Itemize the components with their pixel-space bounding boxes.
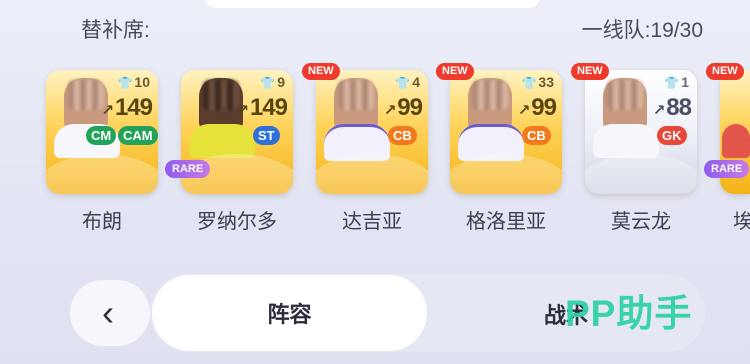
- card-sheen: [585, 154, 697, 194]
- position-badge: CB: [522, 126, 551, 145]
- player-shirt: [722, 124, 750, 158]
- rare-badge: RARE: [165, 160, 211, 178]
- shirt-icon: 👕: [395, 76, 411, 90]
- back-button[interactable]: ‹: [70, 280, 150, 346]
- player-name: 达吉亚: [342, 211, 402, 233]
- bench-title: 替补席:: [81, 19, 150, 42]
- player-name: 埃: [733, 211, 750, 233]
- jersey-number: 👕 4: [395, 74, 420, 90]
- player-rating: ↗99: [517, 94, 557, 121]
- player-shirt: [593, 124, 659, 158]
- player-card-5[interactable]: 👕 1 ↗88 GK: [585, 70, 697, 194]
- trend-arrow-icon: ↗: [517, 102, 531, 119]
- player-rating: ↗149: [101, 94, 153, 121]
- portrait-blur: [472, 80, 508, 110]
- jersey-number: 👕 9: [260, 74, 285, 90]
- jersey-number: 👕 1: [664, 74, 689, 90]
- player-card-1[interactable]: 👕 10 ↗149 CM CAM: [46, 70, 158, 194]
- new-badge: NEW: [571, 63, 609, 80]
- jersey-number: 👕 33: [521, 74, 554, 90]
- squad-count: 一线队:19/30: [581, 19, 703, 42]
- portrait-blur: [203, 80, 239, 110]
- player-card-3[interactable]: 👕 4 ↗99 CB: [316, 70, 428, 194]
- new-badge: NEW: [436, 63, 474, 80]
- tab-lineup[interactable]: 阵容: [152, 275, 427, 351]
- portrait-blur: [338, 80, 374, 110]
- player-shirt: [189, 124, 255, 158]
- new-badge: NEW: [706, 63, 744, 80]
- chevron-left-icon: ‹: [102, 292, 114, 333]
- position-badge: CM: [86, 126, 117, 145]
- shirt-icon: 👕: [117, 76, 133, 90]
- position-badge: CB: [388, 126, 417, 145]
- player-rating: ↗99: [383, 94, 423, 121]
- top-panel-edge: [205, 0, 540, 8]
- player-rating: ↗149: [236, 94, 288, 121]
- trend-arrow-icon: ↗: [652, 102, 666, 119]
- trend-arrow-icon: ↗: [101, 102, 114, 119]
- position-badge: GK: [657, 126, 687, 145]
- trend-arrow-icon: ↗: [383, 102, 397, 119]
- card-sheen: [46, 154, 158, 194]
- trend-arrow-icon: ↗: [236, 102, 249, 119]
- player-name: 莫云龙: [611, 211, 671, 233]
- player-name: 布朗: [82, 211, 122, 233]
- card-sheen: [450, 154, 562, 194]
- player-name: 罗纳尔多: [197, 211, 277, 233]
- rare-badge: RARE: [704, 160, 750, 178]
- portrait-blur: [607, 80, 643, 110]
- portrait-blur: [68, 80, 104, 110]
- player-card-4[interactable]: 👕 33 ↗99 CB: [450, 70, 562, 194]
- position-badge: CAM: [118, 126, 158, 145]
- jersey-number: 👕 10: [117, 74, 150, 90]
- player-rating: ↗88: [652, 94, 692, 121]
- new-badge: NEW: [302, 63, 340, 80]
- pp-assistant-watermark: PP助手: [565, 293, 693, 334]
- shirt-icon: 👕: [521, 76, 537, 90]
- shirt-icon: 👕: [664, 76, 680, 90]
- player-name: 格洛里亚: [466, 211, 546, 233]
- card-sheen: [316, 154, 428, 194]
- position-badge: ST: [253, 126, 280, 145]
- shirt-icon: 👕: [260, 76, 276, 90]
